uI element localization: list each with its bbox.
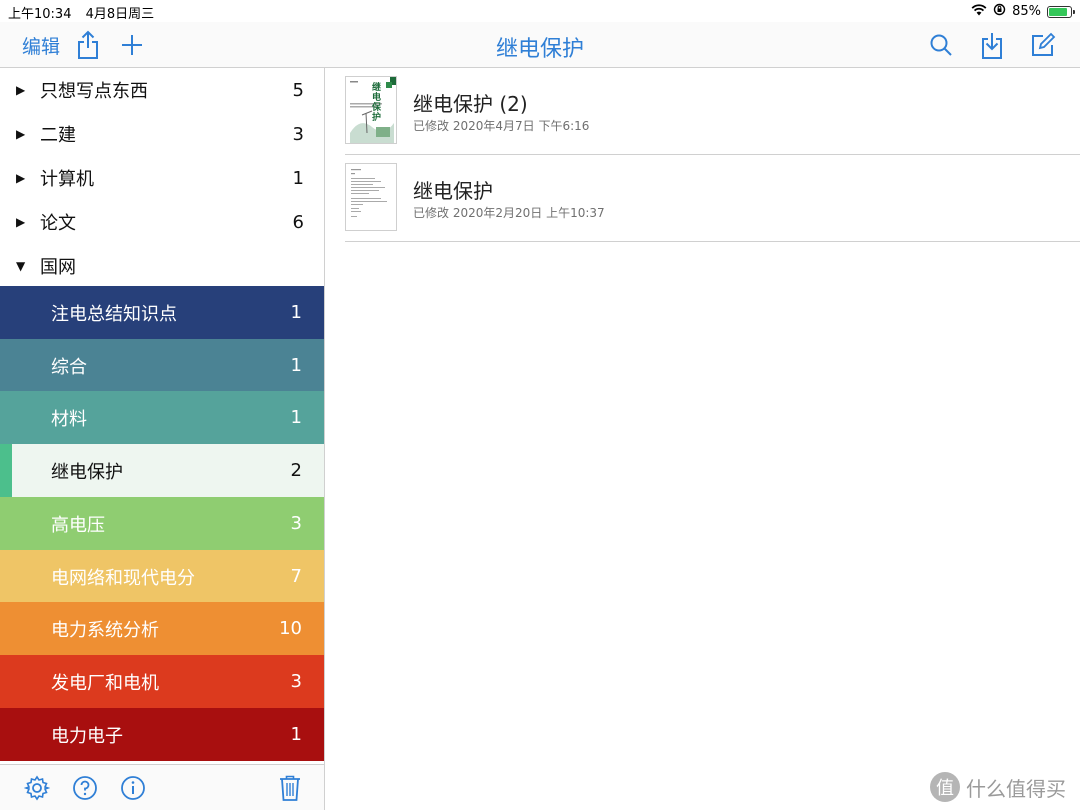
- battery-icon: [1047, 5, 1075, 18]
- orientation-lock-icon: [993, 3, 1006, 20]
- folder-row[interactable]: ▶ 计算机 1: [0, 156, 324, 200]
- settings-icon[interactable]: [20, 771, 54, 805]
- subfolder-label: 继电保护: [51, 461, 123, 483]
- info-icon[interactable]: [116, 771, 150, 805]
- folder-count: 1: [292, 167, 304, 189]
- subfolder-count: 10: [279, 618, 302, 639]
- sidebar: ▶ 只想写点东西 5 ▶ 二建 3 ▶ 计算机 1 ▶ 论文 6 ▼ 国网 注电…: [0, 68, 325, 810]
- subfolder-label: 注电总结知识点: [51, 303, 177, 325]
- folder-row[interactable]: ▶ 二建 3: [0, 112, 324, 156]
- disclosure-right-icon[interactable]: ▶: [16, 83, 25, 97]
- download-icon[interactable]: [978, 28, 1006, 62]
- subfolder-row[interactable]: 高电压 3: [0, 497, 324, 550]
- folder-row[interactable]: ▶ 只想写点东西 5: [0, 68, 324, 112]
- watermark-text: 什么值得买: [966, 776, 1066, 801]
- navigation-bar: 编辑 继电保护: [0, 22, 1080, 68]
- status-time: 上午10:34 4月8日周三: [8, 3, 154, 22]
- watermark: 值 什么值得买: [930, 772, 1066, 802]
- subfolder-label: 电力电子: [51, 725, 123, 747]
- folder-row[interactable]: ▶ 论文 6: [0, 200, 324, 244]
- subfolder-label: 高电压: [51, 514, 105, 536]
- document-modified-date: 已修改 2020年4月7日 下午6:16: [413, 119, 590, 133]
- subfolder-count: 2: [290, 460, 302, 481]
- subfolder-row[interactable]: 电网络和现代电分 7: [0, 550, 324, 603]
- folder-label: 国网: [40, 257, 76, 278]
- folder-count: 3: [292, 123, 304, 145]
- watermark-logo: 值: [930, 772, 960, 802]
- search-icon[interactable]: [927, 28, 955, 62]
- folder-row-expanded[interactable]: ▼ 国网: [0, 244, 324, 288]
- subfolder-row-selected[interactable]: 继电保护 2: [0, 444, 324, 497]
- subfolder-count: 1: [290, 302, 302, 323]
- folder-label: 二建: [40, 125, 76, 146]
- subfolder-row[interactable]: 材料 1: [0, 391, 324, 444]
- document-title: 继电保护: [413, 179, 493, 203]
- document-row[interactable]: 继电保护 已修改 2020年2月20日 上午10:37: [345, 155, 1080, 242]
- trash-icon[interactable]: [273, 771, 307, 805]
- subfolder-count: 3: [290, 513, 302, 534]
- disclosure-right-icon[interactable]: ▶: [16, 171, 25, 185]
- wifi-icon: [971, 3, 987, 20]
- subfolder-label: 综合: [51, 356, 87, 378]
- thumbnail-caption: 继电保护: [372, 83, 382, 123]
- subfolder-row[interactable]: 发电厂和电机 3: [0, 655, 324, 708]
- document-title: 继电保护 (2): [413, 92, 528, 116]
- subfolder-label: 电力系统分析: [51, 619, 159, 641]
- sidebar-toolbar: [0, 764, 324, 810]
- disclosure-right-icon[interactable]: ▶: [16, 127, 25, 141]
- clock-time: 上午10:34: [8, 7, 72, 22]
- subfolder-row[interactable]: 综合 1: [0, 339, 324, 392]
- subfolder-count: 1: [290, 355, 302, 376]
- clock-date: 4月8日周三: [85, 7, 155, 22]
- document-thumbnail[interactable]: [345, 163, 397, 231]
- battery-percent: 85%: [1012, 4, 1041, 19]
- document-list: 继电保护 继电保护 (2) 已修改 2020年4月7日 下午6:16 继电保护 …: [325, 68, 1080, 810]
- subfolder-count: 3: [290, 671, 302, 692]
- status-bar: 上午10:34 4月8日周三 85%: [0, 0, 1080, 22]
- document-modified-date: 已修改 2020年2月20日 上午10:37: [413, 206, 605, 220]
- selection-accent-bar: [0, 444, 12, 497]
- subfolder-row[interactable]: 电力电子 1: [0, 708, 324, 761]
- folder-label: 只想写点东西: [40, 81, 148, 102]
- subfolder-label: 材料: [51, 408, 87, 430]
- page-title: 继电保护: [495, 37, 584, 62]
- subfolder-count: 7: [290, 566, 302, 587]
- folder-count: 6: [292, 211, 304, 233]
- disclosure-right-icon[interactable]: ▶: [16, 215, 25, 229]
- subfolder-count: 1: [290, 407, 302, 428]
- subfolder-row[interactable]: 注电总结知识点 1: [0, 286, 324, 339]
- subfolder-label: 发电厂和电机: [51, 672, 159, 694]
- folder-count: 5: [292, 79, 304, 101]
- subfolder-label: 电网络和现代电分: [51, 567, 195, 589]
- disclosure-down-icon[interactable]: ▼: [16, 259, 25, 273]
- folder-label: 计算机: [40, 169, 94, 190]
- subfolder-row[interactable]: 电力系统分析 10: [0, 602, 324, 655]
- help-icon[interactable]: [68, 771, 102, 805]
- document-row[interactable]: 继电保护 继电保护 (2) 已修改 2020年4月7日 下午6:16: [345, 68, 1080, 155]
- compose-icon[interactable]: [1029, 28, 1057, 62]
- folder-label: 论文: [40, 213, 76, 234]
- subfolder-count: 1: [290, 724, 302, 745]
- document-thumbnail[interactable]: 继电保护: [345, 76, 397, 144]
